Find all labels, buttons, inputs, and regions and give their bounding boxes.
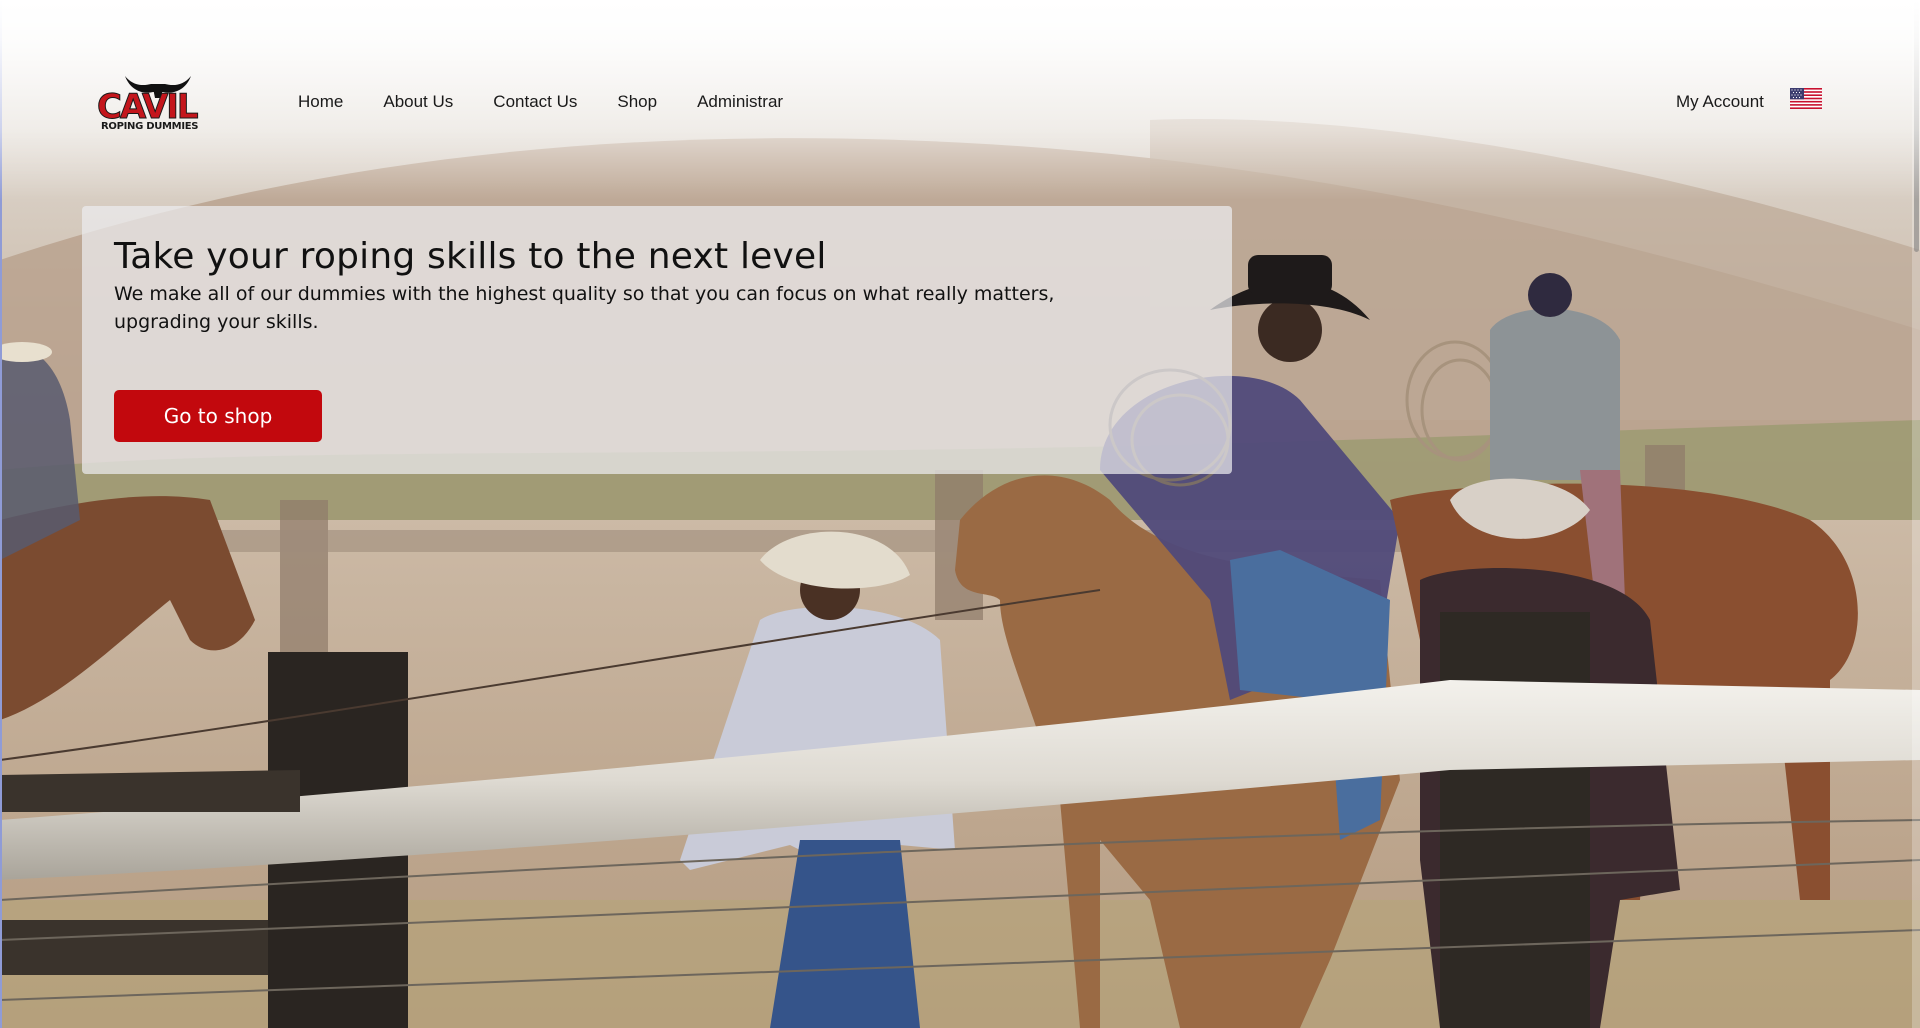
- my-account-link[interactable]: My Account: [1676, 92, 1764, 112]
- nav-item-about-us[interactable]: About Us: [383, 92, 453, 112]
- logo-wordmark: CAVIL: [97, 87, 200, 127]
- us-flag-icon[interactable]: [1790, 88, 1822, 109]
- logo-subtitle: ROPING DUMMIES: [101, 121, 199, 132]
- hero-card: Take your roping skills to the next leve…: [82, 206, 1232, 474]
- nav-item-home[interactable]: Home: [298, 92, 343, 112]
- brand-logo[interactable]: CAVIL ROPING DUMMIES: [97, 70, 217, 134]
- hero-description: We make all of our dummies with the high…: [114, 283, 1055, 333]
- nav-item-administrar[interactable]: Administrar: [697, 92, 783, 112]
- nav-item-shop[interactable]: Shop: [617, 92, 657, 112]
- site-header: CAVIL ROPING DUMMIES Home About Us Conta…: [0, 0, 1920, 200]
- hero-title: Take your roping skills to the next leve…: [114, 236, 827, 277]
- main-nav: Home About Us Contact Us Shop Administra…: [298, 92, 823, 112]
- nav-item-contact-us[interactable]: Contact Us: [493, 92, 577, 112]
- go-to-shop-button[interactable]: Go to shop: [114, 390, 322, 442]
